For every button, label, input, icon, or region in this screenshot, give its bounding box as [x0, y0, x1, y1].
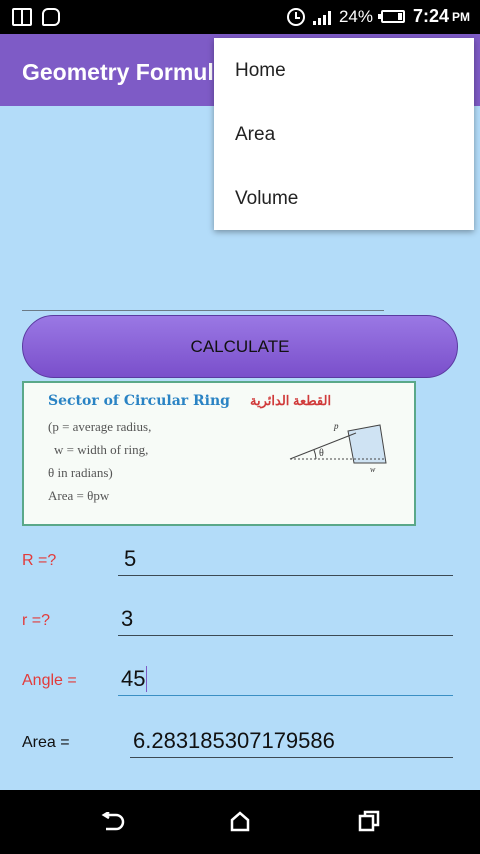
home-icon[interactable]	[229, 810, 251, 832]
alarm-icon	[286, 7, 305, 26]
angle-label: Angle =	[22, 672, 77, 689]
status-indicators: 24% 7:24 PM	[286, 6, 470, 27]
formula-line: w = width of ring,	[54, 442, 149, 457]
menu-item-home[interactable]: Home	[235, 60, 286, 82]
inner-radius-label: r =?	[22, 612, 51, 629]
battery-icon	[377, 10, 405, 23]
battery-percent: 24%	[338, 6, 373, 26]
app-title: Geometry Formulas	[22, 59, 240, 85]
outer-radius-underline	[118, 575, 453, 576]
chat-icon	[42, 8, 60, 26]
menu-item-volume[interactable]: Volume	[235, 188, 298, 210]
angle-input[interactable]: 45	[121, 666, 148, 692]
formula-line: Area = θpw	[48, 488, 110, 503]
inner-radius-underline	[118, 635, 453, 636]
menu-item-area[interactable]: Area	[235, 124, 275, 146]
formula-title: Sector of Circular Ring	[48, 393, 230, 409]
formula-image: Sector of Circular Ring القطعة الدائرية …	[22, 381, 416, 526]
clock-time: 7:24	[412, 6, 449, 26]
input-underline	[22, 310, 384, 311]
diagram-label-p: p	[333, 421, 339, 431]
formula-line: (p = average radius,	[48, 419, 152, 434]
diagram-label-w: w	[370, 465, 376, 473]
outer-radius-input[interactable]: 5	[124, 546, 136, 572]
angle-underline	[118, 695, 453, 696]
inner-radius-input[interactable]: 3	[121, 606, 133, 632]
back-icon[interactable]	[100, 812, 126, 832]
clock-ampm: PM	[452, 9, 470, 24]
diagram-label-theta: θ	[319, 448, 324, 459]
signal-icon	[312, 9, 331, 25]
screen-mirror-icon	[12, 8, 32, 26]
overflow-menu: Home Area Volume	[214, 38, 474, 230]
status-bar: 24% 7:24 PM	[0, 0, 480, 34]
formula-title-arabic: القطعة الدائرية	[250, 393, 332, 408]
formula-line: θ in radians)	[48, 465, 113, 480]
area-underline	[130, 757, 453, 758]
outer-radius-label: R =?	[22, 552, 57, 569]
area-label: Area =	[22, 734, 70, 751]
recent-apps-icon[interactable]	[358, 810, 380, 832]
battery-level	[397, 13, 402, 20]
navigation-bar	[0, 790, 480, 854]
area-result: 6.283185307179586	[133, 728, 335, 753]
notification-icons	[12, 8, 60, 26]
ring-sector-diagram: θ p w	[289, 421, 387, 473]
calculate-button[interactable]: CALCULATE	[22, 315, 458, 378]
